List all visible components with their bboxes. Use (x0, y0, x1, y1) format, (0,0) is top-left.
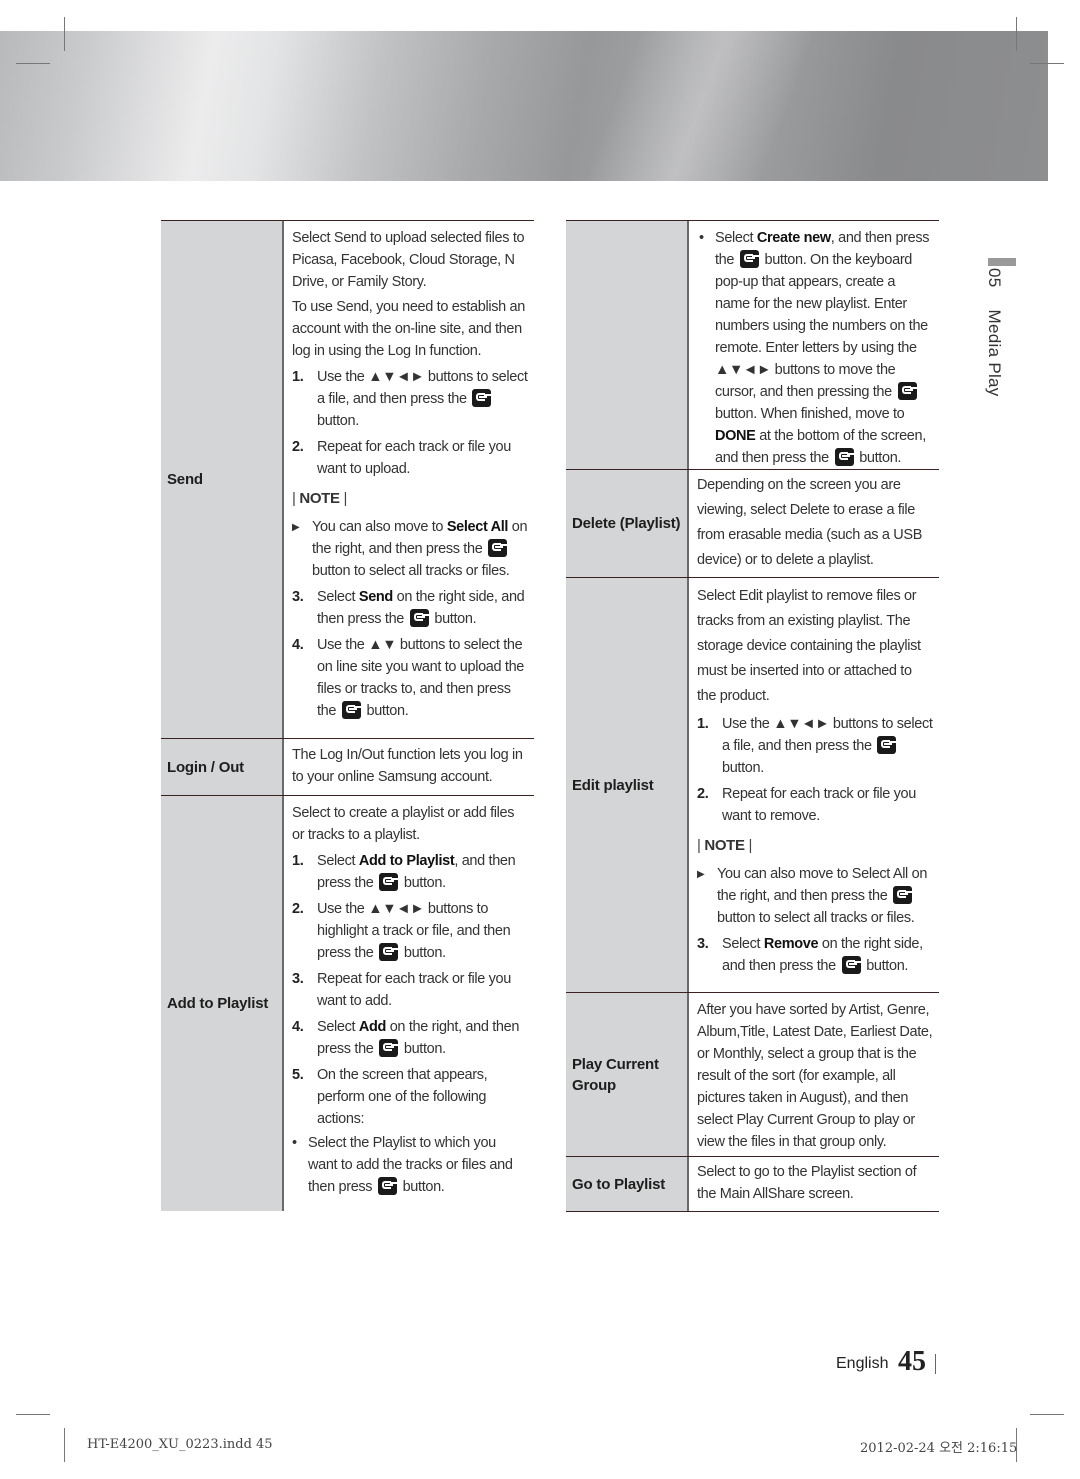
header-banner (0, 31, 1048, 181)
row-description: Depending on the screen you are viewing,… (697, 477, 923, 568)
table-row-continuation: • Select Create new, and then press the … (566, 221, 939, 469)
enter-button-icon (877, 736, 897, 754)
row-description: The Log In/Out function lets you log in … (292, 747, 523, 785)
row-description: • Select Create new, and then press the … (689, 221, 939, 469)
enter-button-icon (841, 956, 861, 974)
crop-mark (64, 17, 65, 51)
enter-button-icon (379, 873, 399, 891)
row-description: Select Edit playlist to remove files or … (689, 578, 939, 992)
paragraph: Select Send to upload selected files to … (292, 230, 525, 290)
print-slug-date: 2012-02-24 오전 2:16:15 (860, 1441, 1018, 1456)
row-description: After you have sorted by Artist, Genre, … (697, 1002, 933, 1150)
enter-button-icon (472, 389, 492, 407)
table-row-go-to-playlist: Go to Playlist Select to go to the Playl… (566, 1156, 939, 1212)
step: 1. Use the ▲▼◄► buttons to select a file… (292, 369, 528, 429)
table-row-login-out: Login / Out The Log In/Out function lets… (161, 738, 534, 795)
note-heading: | NOTE | (292, 490, 348, 507)
step: 3. Select Send on the right side, and th… (292, 589, 525, 627)
table-row-edit-playlist: Edit playlist Select Edit playlist to re… (566, 577, 939, 992)
crop-mark (1030, 1414, 1064, 1415)
row-label: Login / Out (161, 739, 284, 795)
bullet-dot-icon: • (292, 1135, 297, 1151)
crop-mark (16, 63, 50, 64)
paragraph: Select to create a playlist or add files… (292, 805, 515, 843)
crop-mark (1030, 63, 1064, 64)
crop-mark (1016, 17, 1017, 51)
row-label: Delete (Playlist) (566, 470, 689, 577)
left-function-table: Send Select Send to upload selected file… (161, 220, 534, 1211)
row-description: Select to create a playlist or add files… (284, 796, 534, 1211)
crop-mark (64, 1428, 65, 1462)
row-label: Play Current Group (566, 993, 689, 1156)
enter-button-icon (834, 448, 854, 466)
enter-button-icon (893, 886, 913, 904)
right-function-table: • Select Create new, and then press the … (566, 220, 939, 1212)
enter-button-icon (488, 539, 508, 557)
step: 4. Select Add on the right, and then pre… (292, 1019, 520, 1057)
row-description: Select Send to upload selected files to … (284, 221, 534, 738)
row-label: Send (161, 221, 284, 738)
enter-button-icon (897, 382, 917, 400)
table-row-add-to-playlist: Add to Playlist Select to create a playl… (161, 795, 534, 1211)
step: 2. Use the ▲▼◄► buttons to highlight a t… (292, 901, 511, 961)
enter-button-icon (409, 609, 429, 627)
paragraph: Select Edit playlist to remove files or … (697, 588, 921, 704)
bullet-item: • Select Create new, and then press the … (699, 227, 933, 469)
table-row-play-current-group: Play Current Group After you have sorted… (566, 992, 939, 1156)
triangle-bullet-icon: ▶ (697, 869, 705, 880)
note-item: ▶ You can also move to Select All on the… (697, 863, 933, 929)
step: 4. Use the ▲▼ buttons to select the on l… (292, 637, 525, 719)
row-label: Edit playlist (566, 578, 689, 992)
print-slug-file: HT-E4200_XU_0223.indd 45 (87, 1437, 273, 1452)
row-label: Add to Playlist (161, 796, 284, 1211)
table-row-delete-playlist: Delete (Playlist) Depending on the scree… (566, 469, 939, 577)
enter-button-icon (341, 701, 361, 719)
page-number: 45 (898, 1346, 926, 1377)
triangle-bullet-icon: ▶ (292, 522, 300, 533)
note-heading: | NOTE | (697, 837, 753, 854)
row-description: Select to go to the Playlist section of … (697, 1164, 917, 1202)
row-label: Go to Playlist (566, 1157, 689, 1211)
step: 3. Select Remove on the right side, and … (697, 936, 923, 974)
enter-button-icon (379, 943, 399, 961)
step: 2. Repeat for each track or file you wan… (292, 439, 511, 477)
step: 5. On the screen that appears, perform o… (292, 1067, 488, 1127)
paragraph: To use Send, you need to establish an ac… (292, 299, 525, 359)
note-item: ▶ You can also move to Select All on the… (292, 516, 528, 582)
enter-button-icon (379, 1039, 399, 1057)
step: 1. Use the ▲▼◄► buttons to select a file… (697, 716, 933, 776)
bullet-dot-icon: • (699, 230, 704, 246)
section-tab-marker (988, 258, 1016, 266)
crop-mark (16, 1414, 50, 1415)
step: 2. Repeat for each track or file you wan… (697, 786, 916, 824)
step: 3. Repeat for each track or file you wan… (292, 971, 511, 1009)
section-side-label: 05Media Play (985, 268, 1004, 397)
enter-button-icon (377, 1177, 397, 1195)
footer-language: English (836, 1355, 889, 1372)
page-number-divider (935, 1354, 936, 1374)
enter-button-icon (739, 250, 759, 268)
row-label (566, 221, 689, 469)
bullet-item: • Select the Playlist to which you want … (292, 1132, 528, 1198)
table-row-send: Send Select Send to upload selected file… (161, 221, 534, 738)
step: 1. Select Add to Playlist, and then pres… (292, 853, 516, 891)
